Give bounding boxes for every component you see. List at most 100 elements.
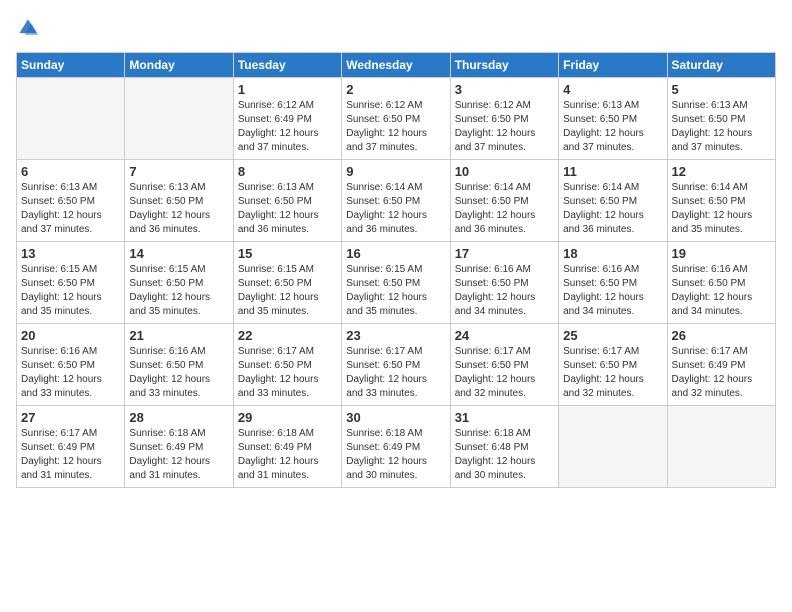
calendar-cell: 16 Sunrise: 6:15 AMSunset: 6:50 PMDayligh…	[342, 242, 450, 324]
day-info: Sunrise: 6:18 AMSunset: 6:49 PMDaylight:…	[238, 427, 337, 483]
calendar-week-4: 20 Sunrise: 6:16 AMSunset: 6:50 PMDayligh…	[17, 324, 776, 406]
day-info: Sunrise: 6:15 AMSunset: 6:50 PMDaylight:…	[129, 263, 228, 319]
day-number: 7	[129, 164, 228, 179]
day-number: 8	[238, 164, 337, 179]
day-info: Sunrise: 6:18 AMSunset: 6:49 PMDaylight:…	[129, 427, 228, 483]
weekday-header-thursday: Thursday	[450, 53, 558, 78]
day-info: Sunrise: 6:13 AMSunset: 6:50 PMDaylight:…	[21, 181, 120, 237]
day-number: 22	[238, 328, 337, 343]
day-info: Sunrise: 6:18 AMSunset: 6:48 PMDaylight:…	[455, 427, 554, 483]
calendar-cell: 3 Sunrise: 6:12 AMSunset: 6:50 PMDaylight…	[450, 78, 558, 160]
calendar-cell: 4 Sunrise: 6:13 AMSunset: 6:50 PMDaylight…	[559, 78, 667, 160]
calendar-cell: 20 Sunrise: 6:16 AMSunset: 6:50 PMDayligh…	[17, 324, 125, 406]
day-number: 31	[455, 410, 554, 425]
day-number: 12	[672, 164, 771, 179]
weekday-header-wednesday: Wednesday	[342, 53, 450, 78]
calendar-cell: 8 Sunrise: 6:13 AMSunset: 6:50 PMDaylight…	[233, 160, 341, 242]
calendar-cell: 7 Sunrise: 6:13 AMSunset: 6:50 PMDaylight…	[125, 160, 233, 242]
weekday-header-sunday: Sunday	[17, 53, 125, 78]
day-number: 16	[346, 246, 445, 261]
day-number: 9	[346, 164, 445, 179]
day-number: 11	[563, 164, 662, 179]
day-info: Sunrise: 6:17 AMSunset: 6:49 PMDaylight:…	[21, 427, 120, 483]
calendar-cell: 13 Sunrise: 6:15 AMSunset: 6:50 PMDayligh…	[17, 242, 125, 324]
day-number: 4	[563, 82, 662, 97]
calendar-cell: 26 Sunrise: 6:17 AMSunset: 6:49 PMDayligh…	[667, 324, 775, 406]
calendar-cell: 29 Sunrise: 6:18 AMSunset: 6:49 PMDayligh…	[233, 406, 341, 488]
day-info: Sunrise: 6:14 AMSunset: 6:50 PMDaylight:…	[563, 181, 662, 237]
day-info: Sunrise: 6:13 AMSunset: 6:50 PMDaylight:…	[238, 181, 337, 237]
day-info: Sunrise: 6:13 AMSunset: 6:50 PMDaylight:…	[672, 99, 771, 155]
calendar-cell: 28 Sunrise: 6:18 AMSunset: 6:49 PMDayligh…	[125, 406, 233, 488]
calendar-cell: 15 Sunrise: 6:15 AMSunset: 6:50 PMDayligh…	[233, 242, 341, 324]
calendar-cell: 5 Sunrise: 6:13 AMSunset: 6:50 PMDaylight…	[667, 78, 775, 160]
calendar-cell	[125, 78, 233, 160]
day-number: 21	[129, 328, 228, 343]
calendar-cell: 24 Sunrise: 6:17 AMSunset: 6:50 PMDayligh…	[450, 324, 558, 406]
calendar-week-2: 6Sunrise: 6:13 AMSunset: 6:50 PMDaylight…	[17, 160, 776, 242]
day-number: 25	[563, 328, 662, 343]
day-number: 15	[238, 246, 337, 261]
day-info: Sunrise: 6:17 AMSunset: 6:50 PMDaylight:…	[455, 345, 554, 401]
calendar-cell: 1Sunrise: 6:12 AMSunset: 6:49 PMDaylight…	[233, 78, 341, 160]
calendar-cell: 2 Sunrise: 6:12 AMSunset: 6:50 PMDaylight…	[342, 78, 450, 160]
calendar-cell: 6Sunrise: 6:13 AMSunset: 6:50 PMDaylight…	[17, 160, 125, 242]
calendar-cell: 10Sunrise: 6:14 AMSunset: 6:50 PMDayligh…	[450, 160, 558, 242]
day-info: Sunrise: 6:16 AMSunset: 6:50 PMDaylight:…	[563, 263, 662, 319]
day-number: 13	[21, 246, 120, 261]
calendar-cell: 12Sunrise: 6:14 AMSunset: 6:50 PMDayligh…	[667, 160, 775, 242]
day-info: Sunrise: 6:15 AMSunset: 6:50 PMDaylight:…	[346, 263, 445, 319]
logo-icon	[16, 16, 40, 40]
day-number: 30	[346, 410, 445, 425]
weekday-header-friday: Friday	[559, 53, 667, 78]
calendar-cell: 22 Sunrise: 6:17 AMSunset: 6:50 PMDayligh…	[233, 324, 341, 406]
day-number: 27	[21, 410, 120, 425]
day-info: Sunrise: 6:13 AMSunset: 6:50 PMDaylight:…	[129, 181, 228, 237]
calendar-cell: 19Sunrise: 6:16 AMSunset: 6:50 PMDayligh…	[667, 242, 775, 324]
calendar-cell	[17, 78, 125, 160]
day-info: Sunrise: 6:17 AMSunset: 6:49 PMDaylight:…	[672, 345, 771, 401]
day-number: 20	[21, 328, 120, 343]
calendar-cell: 25 Sunrise: 6:17 AMSunset: 6:50 PMDayligh…	[559, 324, 667, 406]
logo	[16, 16, 44, 40]
day-info: Sunrise: 6:12 AMSunset: 6:50 PMDaylight:…	[346, 99, 445, 155]
day-info: Sunrise: 6:15 AMSunset: 6:50 PMDaylight:…	[21, 263, 120, 319]
calendar-cell: 9 Sunrise: 6:14 AMSunset: 6:50 PMDaylight…	[342, 160, 450, 242]
calendar-cell: 31 Sunrise: 6:18 AMSunset: 6:48 PMDayligh…	[450, 406, 558, 488]
day-info: Sunrise: 6:16 AMSunset: 6:50 PMDaylight:…	[21, 345, 120, 401]
calendar-cell: 30 Sunrise: 6:18 AMSunset: 6:49 PMDayligh…	[342, 406, 450, 488]
day-info: Sunrise: 6:15 AMSunset: 6:50 PMDaylight:…	[238, 263, 337, 319]
calendar-cell: 21 Sunrise: 6:16 AMSunset: 6:50 PMDayligh…	[125, 324, 233, 406]
day-number: 14	[129, 246, 228, 261]
calendar-table: SundayMondayTuesdayWednesdayThursdayFrid…	[16, 52, 776, 488]
day-info: Sunrise: 6:14 AMSunset: 6:50 PMDaylight:…	[346, 181, 445, 237]
day-number: 17	[455, 246, 554, 261]
day-number: 29	[238, 410, 337, 425]
calendar-cell: 18Sunrise: 6:16 AMSunset: 6:50 PMDayligh…	[559, 242, 667, 324]
day-info: Sunrise: 6:12 AMSunset: 6:50 PMDaylight:…	[455, 99, 554, 155]
calendar-cell: 27 Sunrise: 6:17 AMSunset: 6:49 PMDayligh…	[17, 406, 125, 488]
day-info: Sunrise: 6:16 AMSunset: 6:50 PMDaylight:…	[455, 263, 554, 319]
calendar-week-1: 1Sunrise: 6:12 AMSunset: 6:49 PMDaylight…	[17, 78, 776, 160]
calendar-cell: 17 Sunrise: 6:16 AMSunset: 6:50 PMDayligh…	[450, 242, 558, 324]
day-info: Sunrise: 6:13 AMSunset: 6:50 PMDaylight:…	[563, 99, 662, 155]
day-number: 5	[672, 82, 771, 97]
day-number: 23	[346, 328, 445, 343]
day-number: 10	[455, 164, 554, 179]
calendar-week-3: 13 Sunrise: 6:15 AMSunset: 6:50 PMDayligh…	[17, 242, 776, 324]
day-number: 28	[129, 410, 228, 425]
day-number: 24	[455, 328, 554, 343]
day-info: Sunrise: 6:12 AMSunset: 6:49 PMDaylight:…	[238, 99, 337, 155]
day-info: Sunrise: 6:17 AMSunset: 6:50 PMDaylight:…	[346, 345, 445, 401]
page-header	[16, 16, 776, 40]
day-number: 3	[455, 82, 554, 97]
day-info: Sunrise: 6:17 AMSunset: 6:50 PMDaylight:…	[238, 345, 337, 401]
day-info: Sunrise: 6:16 AMSunset: 6:50 PMDaylight:…	[672, 263, 771, 319]
calendar-week-5: 27 Sunrise: 6:17 AMSunset: 6:49 PMDayligh…	[17, 406, 776, 488]
day-number: 2	[346, 82, 445, 97]
day-number: 26	[672, 328, 771, 343]
day-info: Sunrise: 6:16 AMSunset: 6:50 PMDaylight:…	[129, 345, 228, 401]
calendar-cell	[667, 406, 775, 488]
day-info: Sunrise: 6:18 AMSunset: 6:49 PMDaylight:…	[346, 427, 445, 483]
day-info: Sunrise: 6:17 AMSunset: 6:50 PMDaylight:…	[563, 345, 662, 401]
